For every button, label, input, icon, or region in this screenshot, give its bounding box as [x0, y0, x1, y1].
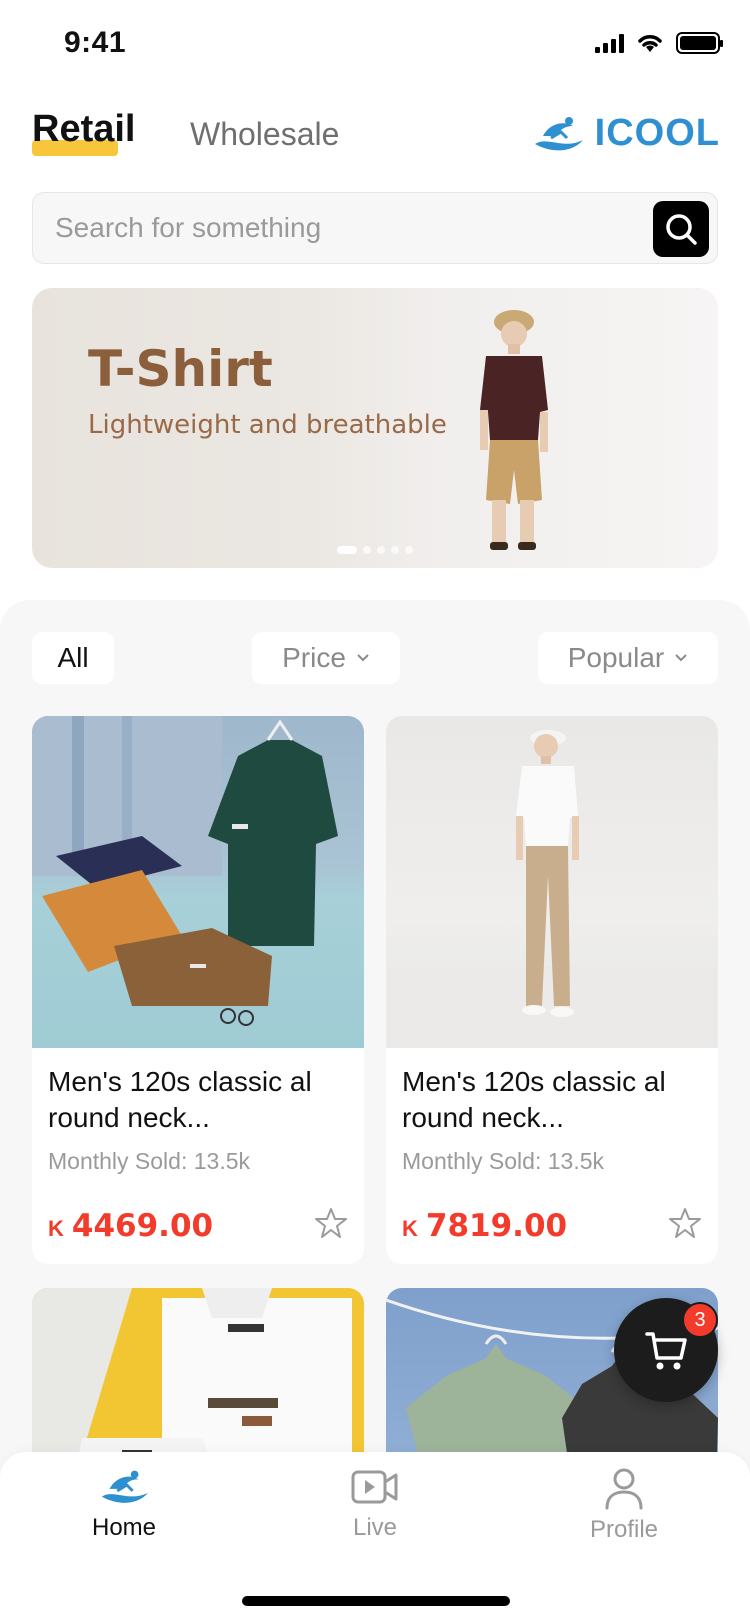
product-title: Men's 120s classic al round neck... [48, 1066, 312, 1133]
brand-name: ICOOL [594, 112, 720, 154]
battery-icon [676, 32, 723, 54]
search-button[interactable] [653, 201, 709, 257]
chevron-down-icon [675, 654, 687, 662]
product-monthly-sold: Monthly Sold: 13.5k [402, 1148, 605, 1174]
model-illustration [386, 730, 718, 1048]
product-price: K 7819.00 [402, 1208, 567, 1244]
product-card[interactable]: Men's 120s classic al round neck... Mont… [386, 716, 718, 1264]
cellular-signal-icon [595, 33, 624, 53]
status-icons [595, 32, 723, 54]
status-bar: 9:41 [0, 0, 750, 92]
pagination-dot[interactable] [377, 546, 385, 554]
user-icon [605, 1468, 643, 1510]
tshirts-illustration [32, 716, 338, 1026]
price-value: 7819.00 [425, 1208, 568, 1244]
banner-title: T-Shirt [88, 340, 273, 398]
pagination-dot[interactable] [363, 546, 371, 554]
home-indicator [242, 1596, 510, 1606]
nav-home[interactable]: Home [44, 1466, 204, 1542]
price-value: 4469.00 [71, 1208, 214, 1244]
brand-logo: ICOOL [529, 112, 720, 155]
price-currency: K [48, 1216, 64, 1241]
star-icon[interactable] [668, 1206, 702, 1240]
pagination-dot[interactable] [405, 546, 413, 554]
filter-all-label: All [57, 642, 89, 673]
pagination-dot[interactable] [337, 546, 357, 554]
banner-model-image [480, 310, 548, 550]
nav-live[interactable]: Live [295, 1466, 455, 1542]
product-card[interactable]: Men's 120s classic al round neck... Mont… [32, 716, 364, 1264]
product-image [386, 716, 718, 1048]
nav-home-label: Home [91, 1514, 157, 1541]
price-currency: K [402, 1216, 418, 1241]
home-logo-icon [101, 1470, 149, 1503]
banner-pagination [337, 546, 413, 554]
search-input[interactable] [55, 193, 635, 263]
chevron-down-icon [357, 654, 369, 662]
status-time: 9:41 [64, 26, 127, 59]
nav-live-label: Live [352, 1514, 398, 1541]
filter-popular-label: Popular [567, 642, 665, 673]
surfer-logo-icon [534, 116, 583, 150]
search-icon [666, 214, 697, 245]
banner-subtitle: Lightweight and breathable [88, 410, 447, 440]
wifi-icon [638, 35, 662, 52]
search-bar [32, 192, 718, 264]
cart-icon [645, 1332, 687, 1370]
filter-all-button[interactable]: All [32, 632, 114, 684]
star-icon[interactable] [314, 1206, 348, 1240]
tab-retail[interactable]: Retail [32, 108, 135, 151]
filter-popular-dropdown[interactable]: Popular [538, 632, 718, 684]
video-icon [351, 1470, 398, 1504]
pagination-dot[interactable] [391, 546, 399, 554]
filter-price-dropdown[interactable]: Price [252, 632, 400, 684]
cart-count-badge: 3 [682, 1302, 718, 1338]
nav-profile-label: Profile [589, 1516, 659, 1543]
product-image [32, 716, 364, 1048]
promo-banner[interactable]: T-Shirt Lightweight and breathable [32, 288, 718, 568]
tab-wholesale[interactable]: Wholesale [190, 116, 339, 153]
product-title: Men's 120s classic al round neck... [402, 1066, 666, 1133]
product-price: K 4469.00 [48, 1208, 213, 1244]
filter-price-label: Price [282, 642, 346, 673]
product-monthly-sold: Monthly Sold: 13.5k [48, 1148, 251, 1174]
nav-profile[interactable]: Profile [544, 1466, 704, 1544]
